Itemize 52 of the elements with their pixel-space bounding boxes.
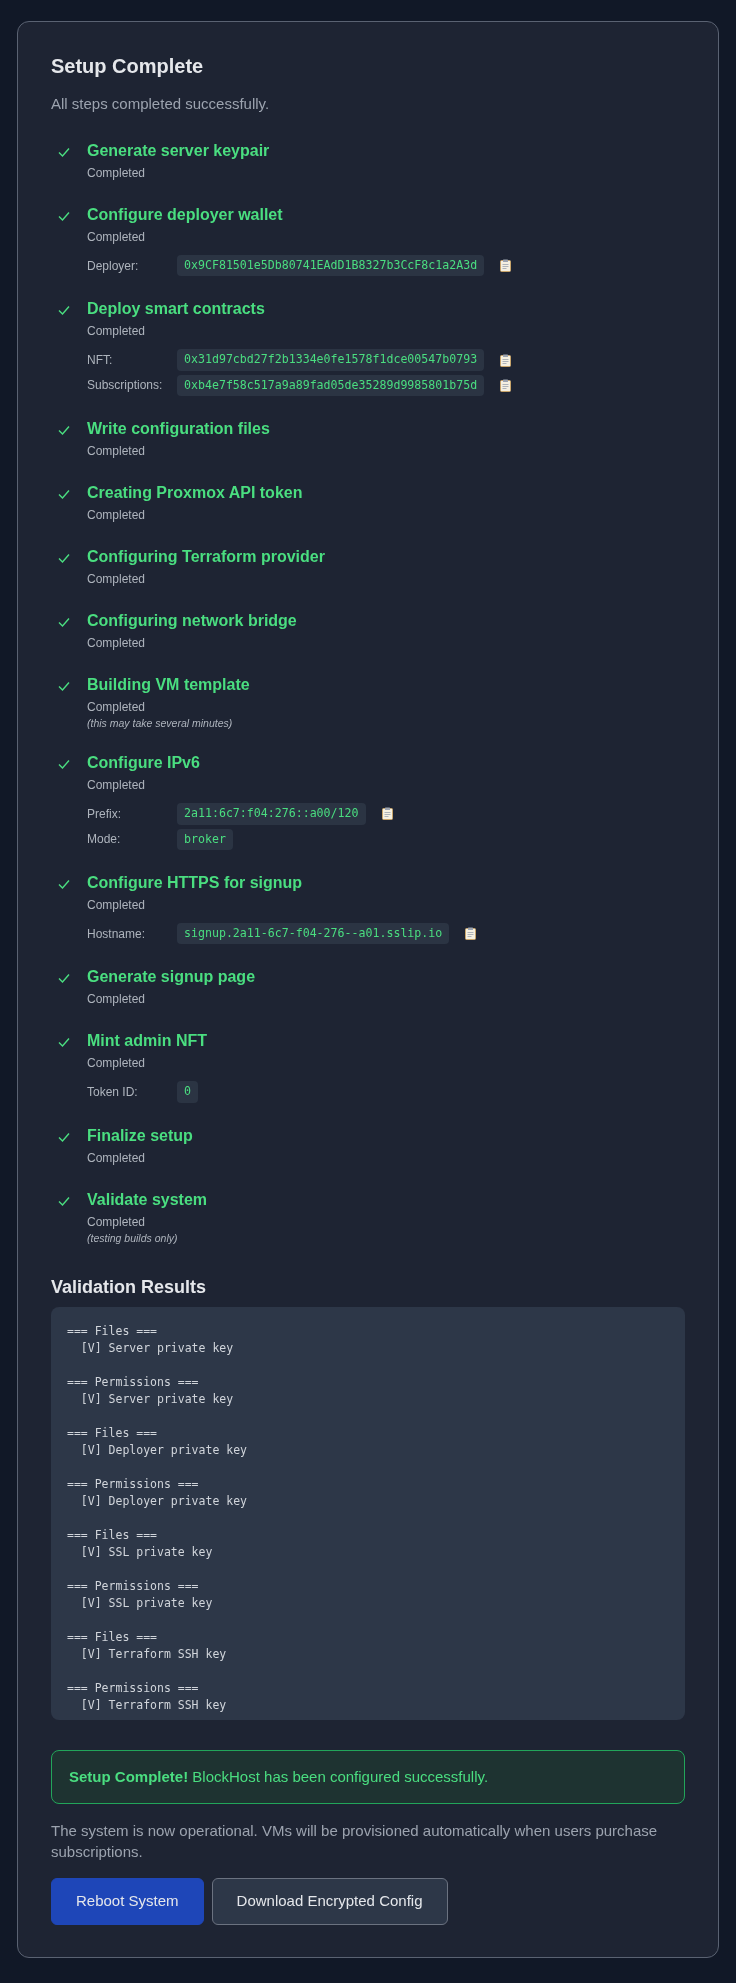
step-status: Completed [87,1055,147,1073]
detail-label: Mode: [87,831,122,849]
step-title: Write configuration files [87,419,270,440]
step-title: Building VM template [87,675,250,696]
detail-label: NFT: [87,352,114,370]
subtitle: All steps completed successfully. [51,94,271,114]
section-title: Validation Results [51,1275,208,1299]
validation-output: === Files === [V] Server private key === Permissions === [V] Server private key === Files === [V] Deployer private key === Permissions === [V] Deployer private key === Files === [V] SSL private key === Permissions === [V] SSL private key === Files === [V] Terraform SSH key === Permissions === [V] Terraform SSH key [51,1306,685,1720]
step-title: Configuring Terraform provider [87,547,325,568]
detail-value: 0x9CF81501e5Db80741EAdD1B8327b3CcF8c1a2A3d [177,255,485,277]
detail-label: Subscriptions: [87,377,164,395]
step-title: Creating Proxmox API token [87,483,303,504]
detail-label: Token ID: [87,1084,139,1102]
step-status: Completed [87,777,147,795]
step-status: Completed [87,229,147,246]
step-status: Completed [87,635,147,653]
card-title: Setup Complete [51,54,205,79]
step-title: Configure IPv6 [87,753,201,774]
download-button[interactable]: Download Encrypted Config [211,1877,448,1925]
reboot-button[interactable]: Reboot System [51,1877,204,1925]
success-banner: Setup Complete! BlockHost has been configured successfully. [51,1749,685,1804]
detail-value: 0x31d97cbd27f2b1334e0fe1578f1dce00547b0793 [177,349,485,371]
step-title: Deploy smart contracts [87,299,266,320]
step-note: (testing builds only) [87,1230,179,1245]
step-title: Finalize setup [87,1125,193,1146]
step-status: Completed [87,571,147,589]
step-title: Generate server keypair [87,141,270,161]
step-status: Completed [87,507,147,525]
step-title: Mint admin NFT [87,1031,207,1052]
step-title: Validate system [87,1189,208,1210]
step-status: Completed [87,323,147,341]
step-title: Configure deployer wallet [87,205,284,225]
detail-value: 2a11:6c7:f04:276::a00/120 [177,803,366,825]
step-status: Completed [87,443,147,461]
step-status: Completed [87,896,147,914]
step-status: Completed [87,699,147,717]
detail-value: 0xb4e7f58c517a9a89fad05de35289d9985801b75d [177,374,485,397]
step-status: Completed [87,1213,147,1231]
status-message: The system is now operational. VMs will be provisioned automatically when users purchase subscriptions. [51,1820,659,1862]
detail-label: Hostname: [87,925,147,943]
step-status: Completed [87,991,147,1009]
detail-value: signup.2a11-6c7-f04-276--a01.sslip.io [177,922,450,945]
step-status: Completed [87,165,147,182]
detail-label: Prefix: [87,805,122,823]
step-title: Configure HTTPS for signup [87,872,304,893]
step-title: Generate signup page [87,967,256,988]
step-status: Completed [87,1149,147,1167]
detail-value: 0 [177,1081,198,1103]
detail-value: broker [177,828,233,850]
step-note: (this may take several minutes) [87,716,234,731]
step-title: Configuring network bridge [87,611,297,632]
detail-label: Deployer: [87,257,140,275]
